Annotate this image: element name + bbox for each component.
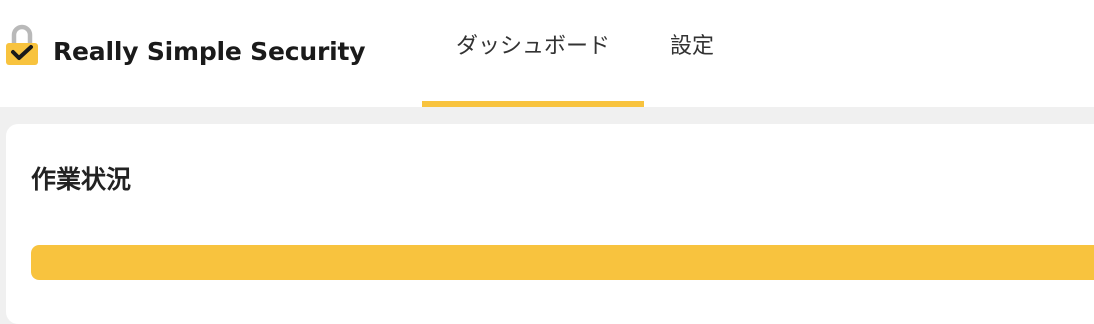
lock-check-icon <box>6 24 38 65</box>
top-header: Really Simple Security ダッシュボード 設定 <box>0 0 1094 107</box>
brand-name[interactable]: Really Simple Security <box>53 34 365 70</box>
progress-card: 作業状況 <box>6 124 1094 324</box>
tab-settings[interactable]: 設定 <box>670 30 714 107</box>
progress-fill <box>31 245 1094 280</box>
tab-dashboard[interactable]: ダッシュボード <box>422 30 644 107</box>
card-title: 作業状況 <box>31 165 132 194</box>
progress-bar <box>31 245 1094 280</box>
